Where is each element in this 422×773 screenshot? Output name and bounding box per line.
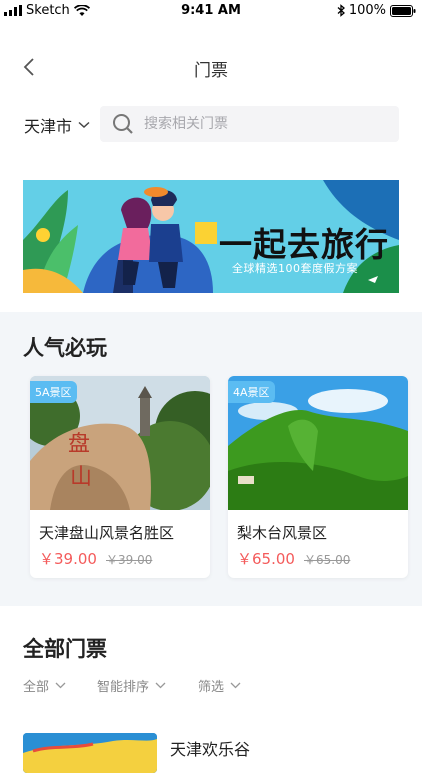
filter-label: 全部 (23, 680, 50, 695)
filter-label: 智能排序 (97, 680, 150, 695)
card-name: 梨木台风景区 (237, 524, 328, 542)
list-item-name[interactable]: 天津欢乐谷 (170, 736, 250, 760)
status-right: 100% (337, 3, 416, 18)
card-name: 天津盘山风景名胜区 (39, 524, 175, 542)
card-original-price: ￥39.00 (106, 553, 153, 567)
card-price: ￥65.00 (237, 550, 295, 568)
card-original-price: ￥65.00 (304, 553, 351, 567)
svg-text:盘: 盘 (68, 432, 90, 457)
battery-percent: 100% (348, 3, 386, 18)
banner-subtitle: 全球精选100套度假方案 (232, 262, 358, 275)
filter-all[interactable]: 全部 (23, 676, 97, 695)
status-bar: Sketch 9:41 AM 100% (0, 0, 422, 22)
search-input[interactable] (142, 115, 386, 133)
badge-5a: 5A景区 (30, 381, 77, 403)
filter-sort[interactable]: 智能排序 (97, 676, 198, 695)
promo-banner[interactable]: 一起去旅行 全球精选100套度假方案 (23, 180, 399, 293)
chevron-down-icon (155, 682, 166, 689)
battery-icon (390, 4, 416, 17)
popular-title: 人气必玩 (23, 336, 107, 360)
all-tickets-title: 全部门票 (23, 637, 107, 661)
city-selector[interactable]: 天津市 (24, 113, 90, 137)
chevron-down-icon (78, 121, 90, 129)
filter-screen[interactable]: 筛选 (198, 676, 241, 695)
search-icon (113, 114, 133, 134)
list-item-thumbnail[interactable] (23, 733, 157, 773)
filter-bar: 全部 智能排序 筛选 (23, 676, 241, 695)
search-bar[interactable] (100, 106, 399, 142)
chevron-down-icon (230, 682, 241, 689)
page-title: 门票 (194, 61, 228, 81)
popular-card-limutai[interactable]: 4A景区 梨木台风景区 ￥65.00 ￥65.00 (228, 376, 408, 578)
city-label: 天津市 (24, 117, 73, 136)
chevron-down-icon (55, 682, 66, 689)
badge-4a: 4A景区 (228, 381, 275, 403)
banner-title: 一起去旅行 (219, 225, 389, 264)
popular-card-panshan[interactable]: 盘 山 5A景区 天津盘山风景名胜区 ￥39.00 ￥39.00 (30, 376, 210, 578)
happy-valley-photo (23, 733, 157, 773)
filter-label: 筛选 (198, 680, 225, 695)
bluetooth-icon (337, 4, 345, 17)
svg-text:山: 山 (70, 465, 92, 490)
card-price: ￥39.00 (39, 550, 97, 568)
